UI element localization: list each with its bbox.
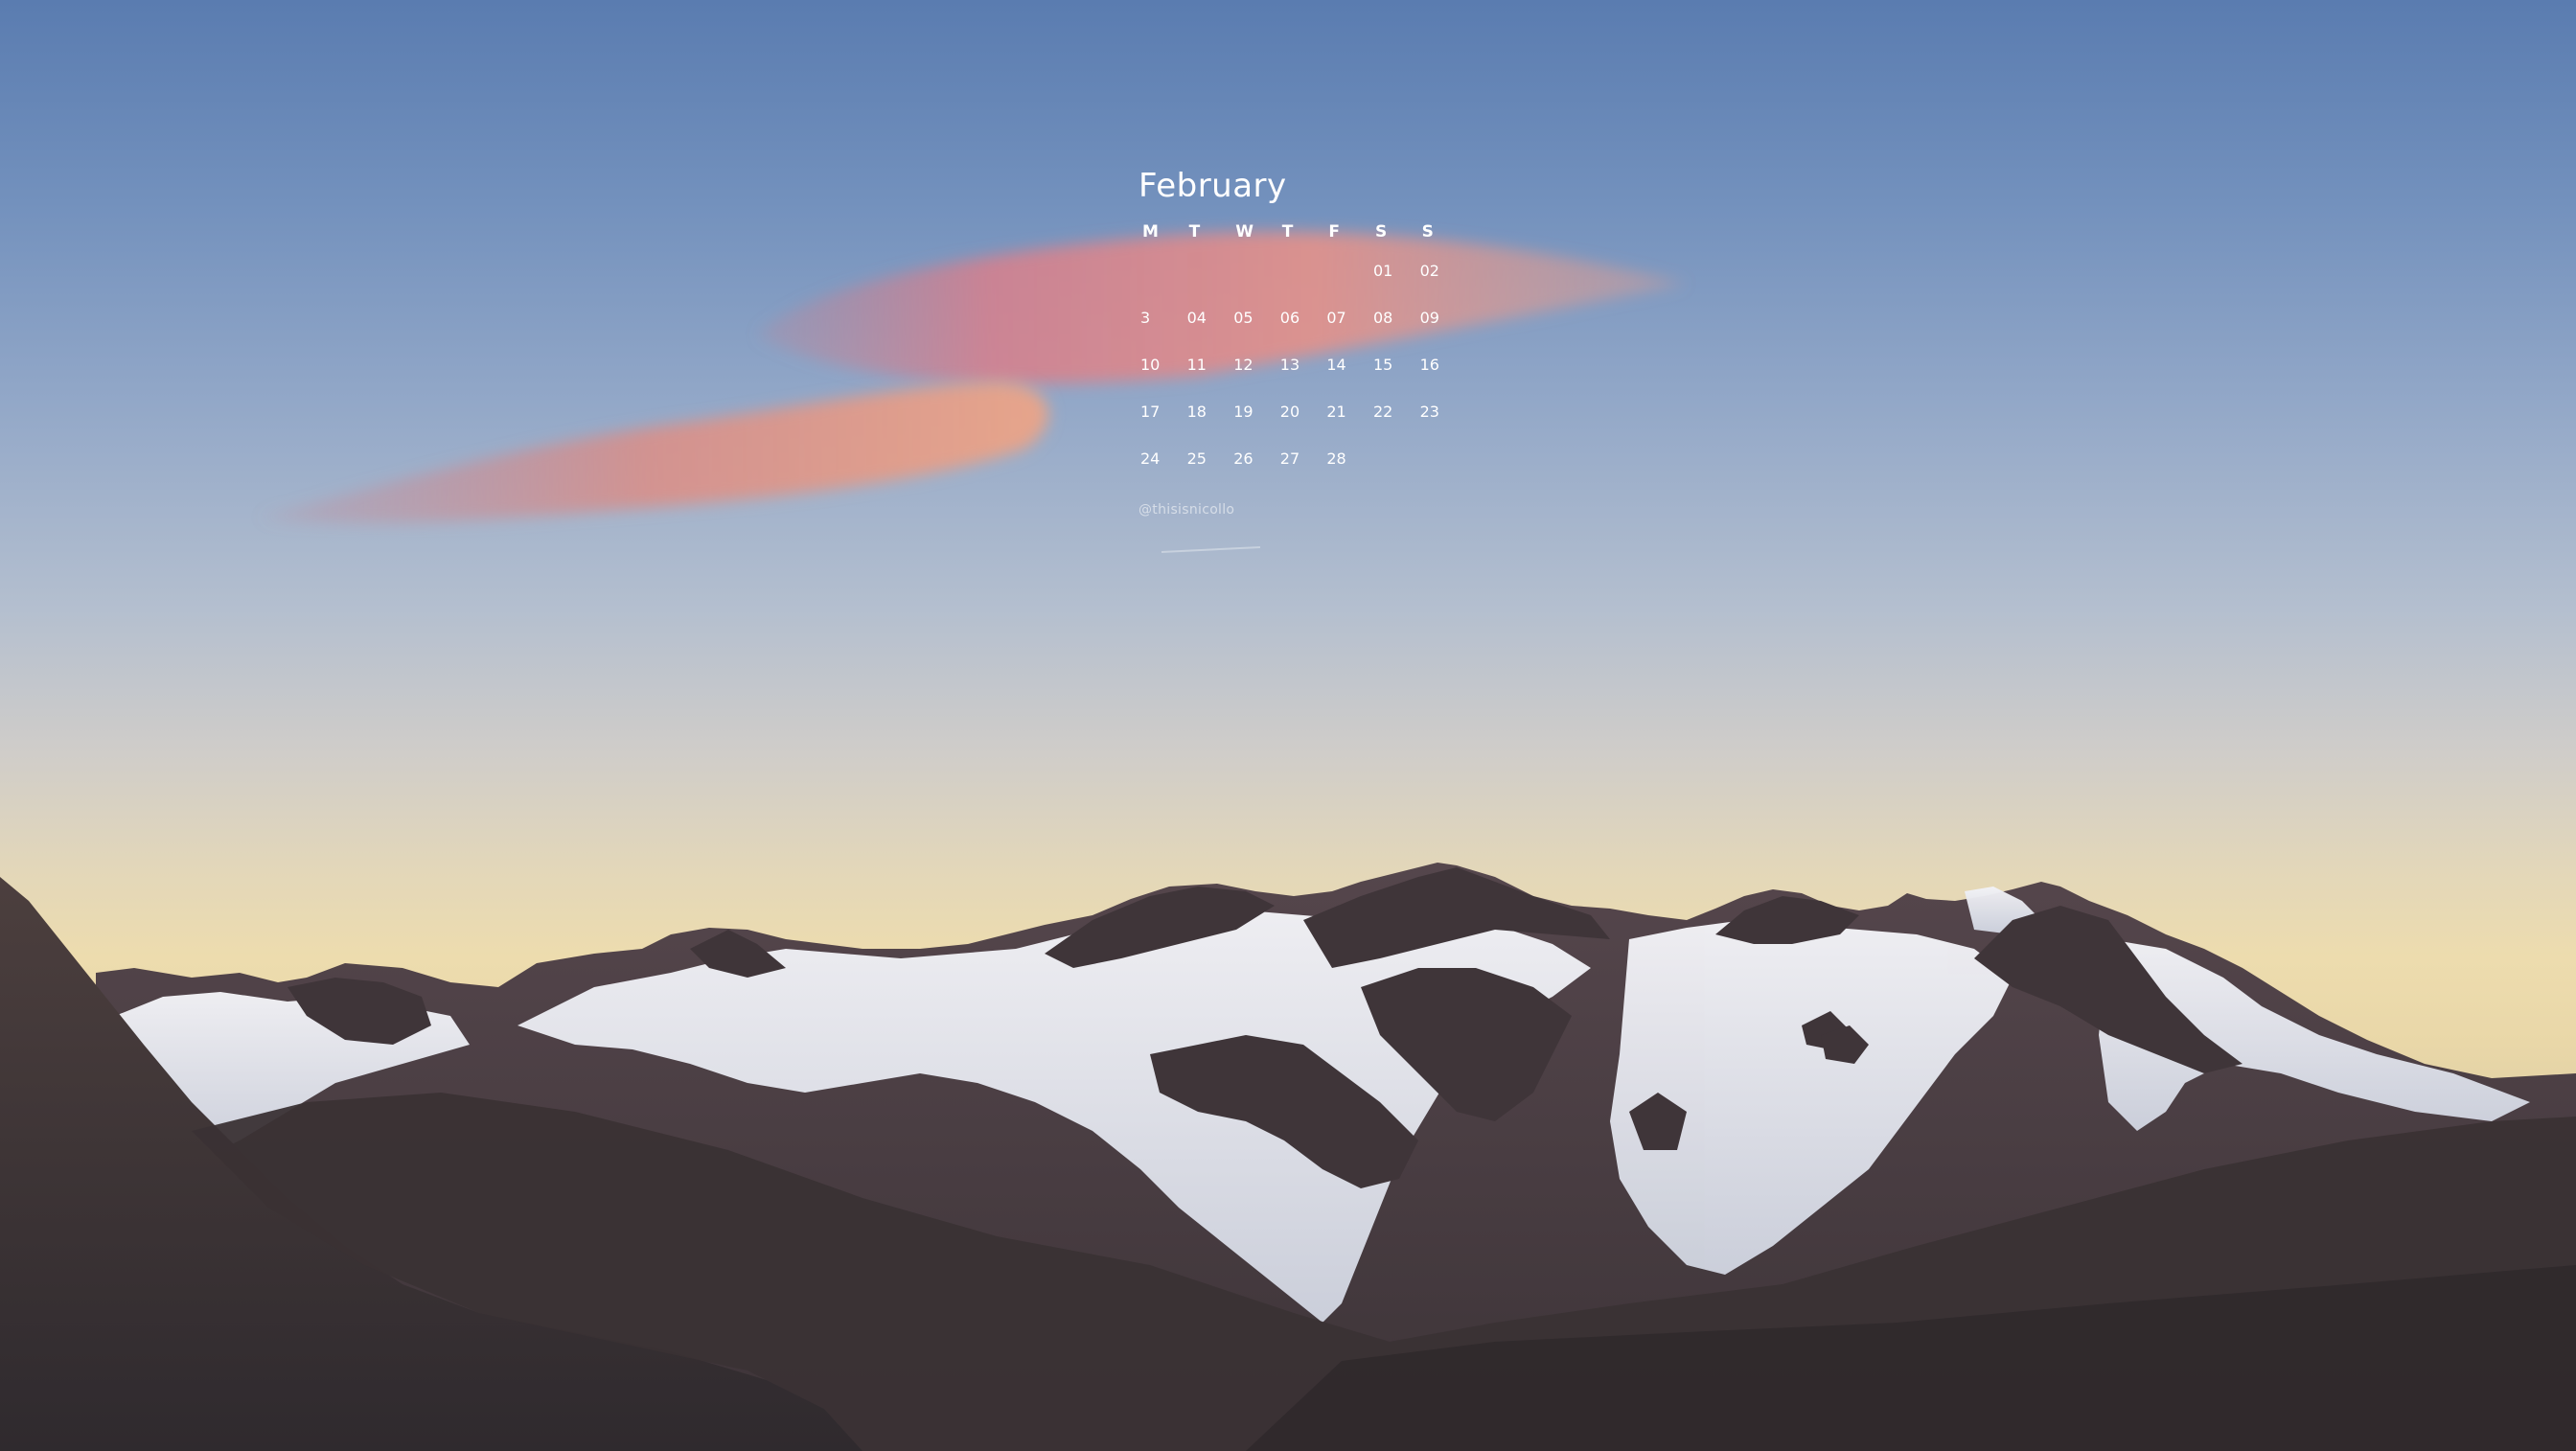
day-cell: 12 — [1233, 356, 1254, 374]
day-cell: 07 — [1326, 309, 1346, 327]
day-cell: 11 — [1186, 356, 1207, 374]
day-cell: 10 — [1140, 356, 1161, 374]
day-cell: 21 — [1326, 403, 1346, 421]
day-cell: 24 — [1140, 449, 1161, 468]
day-cell: 20 — [1279, 403, 1300, 421]
day-cell: 18 — [1186, 403, 1207, 421]
day-cell — [1324, 247, 1371, 294]
day-cell — [1231, 247, 1278, 294]
day-cell: 26 — [1233, 449, 1254, 468]
weekday-label: T — [1188, 222, 1201, 242]
day-cell: 09 — [1419, 309, 1439, 327]
weekday-label: W — [1235, 222, 1254, 242]
weekday-label: S — [1374, 222, 1388, 242]
day-cell: 14 — [1326, 356, 1346, 374]
day-cell — [1185, 247, 1232, 294]
calendar-week: 01 02 — [1138, 247, 1464, 294]
day-cell: 28 — [1326, 449, 1346, 468]
day-cell: 23 — [1419, 403, 1439, 421]
day-cell: 02 — [1419, 262, 1439, 280]
calendar-widget: February M T W T F S S 01 02 3 04 05 06 … — [1138, 161, 1464, 482]
calendar-week: 10 11 12 13 14 15 16 — [1138, 341, 1464, 388]
lenticular-cloud-lower — [259, 381, 1048, 524]
day-cell: 25 — [1186, 449, 1207, 468]
day-cell: 13 — [1279, 356, 1300, 374]
day-cell: 04 — [1186, 309, 1207, 327]
calendar-week: 24 25 26 27 28 — [1138, 435, 1464, 482]
day-cell: 27 — [1279, 449, 1300, 468]
day-cell: 15 — [1372, 356, 1393, 374]
weekday-header: M T W T F S S — [1138, 217, 1464, 247]
day-cell: 08 — [1372, 309, 1393, 327]
month-title: February — [1138, 167, 1287, 205]
calendar-week: 17 18 19 20 21 22 23 — [1138, 388, 1464, 435]
day-cell — [1371, 435, 1418, 482]
day-cell — [1418, 435, 1465, 482]
weekday-label: T — [1281, 222, 1294, 242]
day-cell — [1278, 247, 1325, 294]
day-cell: 3 — [1140, 309, 1151, 327]
day-cell: 05 — [1233, 309, 1254, 327]
weekday-label: M — [1142, 222, 1159, 242]
day-cell: 06 — [1279, 309, 1300, 327]
contrail — [1161, 546, 1261, 553]
day-cell: 17 — [1140, 403, 1161, 421]
photographer-credit: @thisisnicollo — [1138, 502, 1235, 518]
calendar-week: 3 04 05 06 07 08 09 — [1138, 294, 1464, 341]
day-cell: 01 — [1372, 262, 1393, 280]
weekday-label: S — [1421, 222, 1434, 242]
day-cell: 16 — [1419, 356, 1439, 374]
weekday-label: F — [1328, 222, 1340, 242]
day-cell — [1138, 247, 1185, 294]
day-cell: 19 — [1233, 403, 1254, 421]
day-cell: 22 — [1372, 403, 1393, 421]
